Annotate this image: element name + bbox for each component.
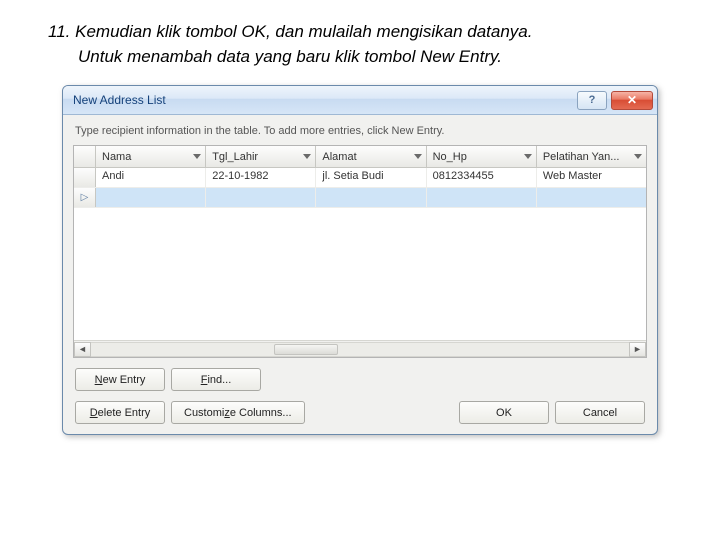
- chevron-down-icon: [414, 154, 422, 159]
- delete-entry-button[interactable]: Delete Entry: [75, 401, 165, 424]
- cell-pelatihan[interactable]: Web Master: [537, 168, 646, 187]
- column-header-tgl-lahir[interactable]: Tgl_Lahir: [206, 146, 316, 167]
- instruction-line2: Untuk menambah data yang baru klik tombo…: [48, 45, 672, 70]
- customize-columns-button[interactable]: Customize Columns...: [171, 401, 305, 424]
- cell-empty[interactable]: [537, 188, 646, 207]
- column-label: No_Hp: [433, 151, 520, 163]
- instruction-line1: Kemudian klik tombol OK, dan mulailah me…: [75, 22, 532, 41]
- column-label: Nama: [102, 151, 189, 163]
- cancel-button[interactable]: Cancel: [555, 401, 645, 424]
- button-row-1: New Entry Find...: [63, 358, 657, 401]
- column-label: Alamat: [322, 151, 409, 163]
- button-row-2: Delete Entry Customize Columns... OK Can…: [63, 401, 657, 434]
- column-header-nama[interactable]: Nama: [96, 146, 206, 167]
- ok-button[interactable]: OK: [459, 401, 549, 424]
- hint-text: Type recipient information in the table.…: [63, 115, 657, 145]
- scroll-track[interactable]: [91, 342, 629, 357]
- cell-empty[interactable]: [96, 188, 206, 207]
- instruction-text: 11. Kemudian klik tombol OK, dan mulaila…: [0, 0, 720, 85]
- table-row-new[interactable]: [74, 188, 646, 208]
- chevron-down-icon: [524, 154, 532, 159]
- row-header[interactable]: [74, 168, 96, 187]
- titlebar[interactable]: New Address List ? ✕: [63, 86, 657, 115]
- find-button[interactable]: Find...: [171, 368, 261, 391]
- scroll-thumb[interactable]: [274, 344, 339, 355]
- cell-alamat[interactable]: jl. Setia Budi: [316, 168, 426, 187]
- table-header: Nama Tgl_Lahir Alamat No_Hp Pelatihan Ya…: [74, 146, 646, 168]
- column-header-no-hp[interactable]: No_Hp: [427, 146, 537, 167]
- table-body[interactable]: Andi 22-10-1982 jl. Setia Budi 081233445…: [74, 168, 646, 340]
- dialog-title: New Address List: [73, 93, 573, 107]
- cell-empty[interactable]: [206, 188, 316, 207]
- new-address-list-dialog: New Address List ? ✕ Type recipient info…: [62, 85, 658, 435]
- row-header-corner: [74, 146, 96, 167]
- chevron-down-icon: [634, 154, 642, 159]
- column-header-alamat[interactable]: Alamat: [316, 146, 426, 167]
- instruction-number: 11.: [48, 22, 70, 41]
- column-header-pelatihan[interactable]: Pelatihan Yan...: [537, 146, 646, 167]
- cell-nama[interactable]: Andi: [96, 168, 206, 187]
- chevron-down-icon: [303, 154, 311, 159]
- row-header-new-indicator[interactable]: [74, 188, 96, 207]
- horizontal-scrollbar[interactable]: ◄ ►: [74, 340, 646, 357]
- cell-no-hp[interactable]: 0812334455: [427, 168, 537, 187]
- close-icon: ✕: [627, 93, 637, 107]
- help-button[interactable]: ?: [577, 91, 607, 110]
- address-table: Nama Tgl_Lahir Alamat No_Hp Pelatihan Ya…: [73, 145, 647, 358]
- column-label: Pelatihan Yan...: [543, 151, 630, 163]
- chevron-down-icon: [193, 154, 201, 159]
- scroll-right-button[interactable]: ►: [629, 342, 646, 357]
- cell-empty[interactable]: [316, 188, 426, 207]
- cell-tgl-lahir[interactable]: 22-10-1982: [206, 168, 316, 187]
- help-icon: ?: [589, 94, 596, 106]
- close-button[interactable]: ✕: [611, 91, 653, 110]
- scroll-left-button[interactable]: ◄: [74, 342, 91, 357]
- cell-empty[interactable]: [427, 188, 537, 207]
- column-label: Tgl_Lahir: [212, 151, 299, 163]
- new-entry-button[interactable]: New Entry: [75, 368, 165, 391]
- table-row[interactable]: Andi 22-10-1982 jl. Setia Budi 081233445…: [74, 168, 646, 188]
